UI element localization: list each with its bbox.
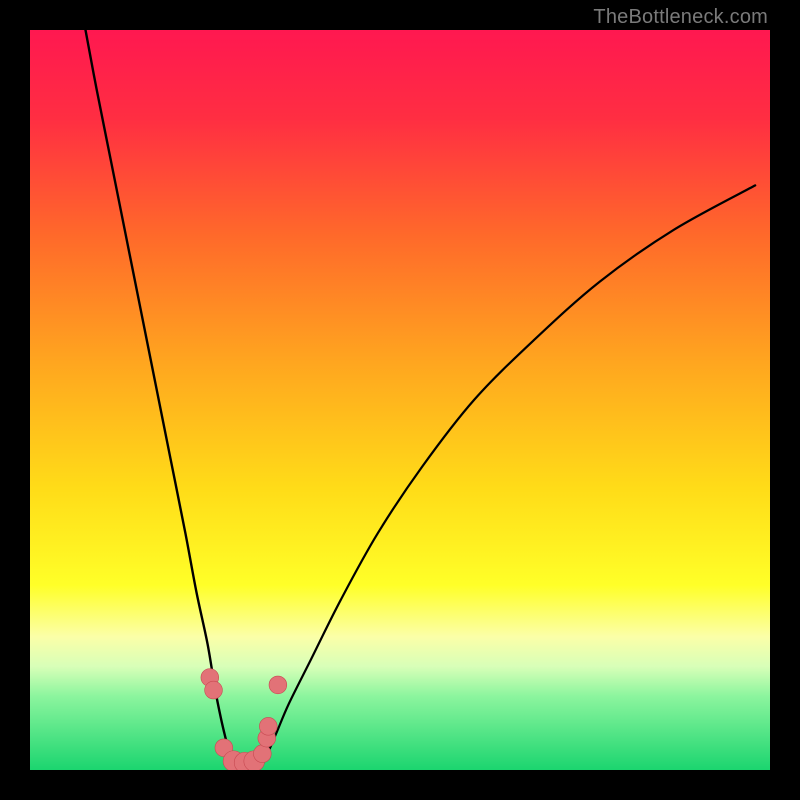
right-curve [261,185,755,766]
curve-layer [30,30,770,770]
data-marker [253,745,271,763]
data-markers [201,669,287,770]
plot-area [30,30,770,770]
chart-frame: TheBottleneck.com [0,0,800,800]
data-marker [259,717,277,735]
left-curve [86,30,233,766]
watermark-text: TheBottleneck.com [593,6,768,29]
data-marker [205,681,223,699]
data-marker [269,676,287,694]
